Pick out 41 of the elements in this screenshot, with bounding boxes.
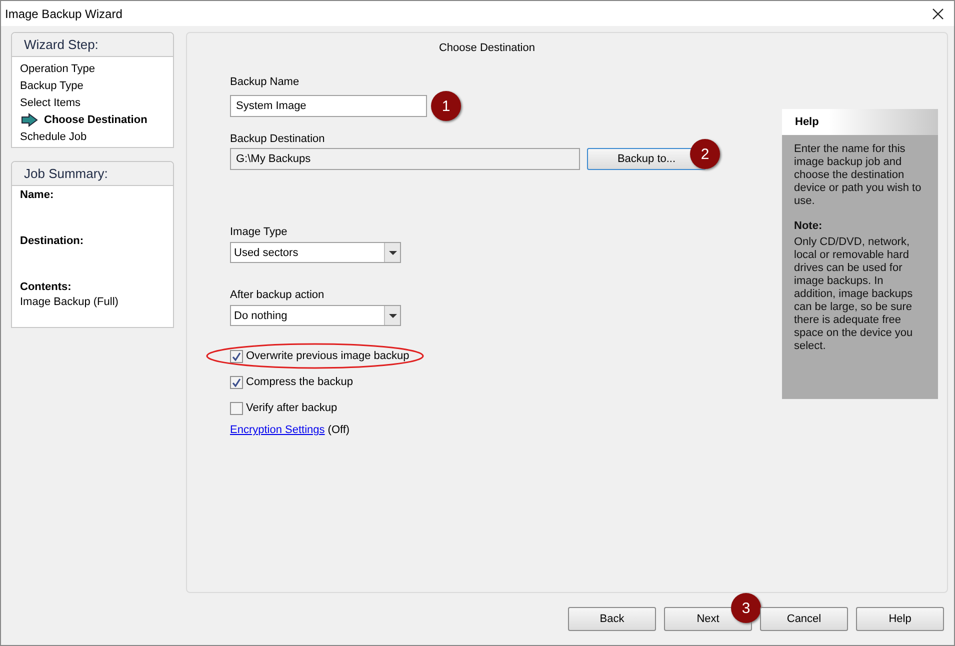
dropdown-arrow-icon [388, 250, 396, 254]
wizard-button[interactable]: Back [568, 607, 656, 631]
summary-label: Destination: [20, 235, 85, 247]
encryption-settings-link[interactable]: Encryption Settings [230, 424, 325, 436]
summary-label: Name: [20, 189, 55, 201]
note-text: Only CD/DVD, network, local or removable hard drives can be used for image backups. In addition, image backups can be large, so be sure there is adequate free space on the device you select. [794, 236, 914, 353]
checkbox[interactable] [230, 402, 243, 414]
wizard-step[interactable]: Select Items [20, 96, 81, 108]
wizard-step[interactable]: Choose Destination [44, 114, 148, 126]
encryption-status: (Off) [328, 424, 350, 436]
field-label: Image Type [230, 226, 288, 238]
field-label: Backup Name [230, 76, 300, 88]
image-type-dropdown[interactable]: Used sectors [230, 242, 401, 263]
checkbox-label[interactable]: Verify after backup [246, 402, 338, 414]
field-label: After backup action [230, 289, 324, 301]
checkbox-label[interactable]: Compress the backup [246, 376, 353, 388]
wizard-step[interactable]: Backup Type [20, 80, 84, 92]
callout-badge: 3 [731, 593, 761, 623]
panel-title: Job Summary: [24, 166, 108, 181]
close-icon[interactable] [932, 8, 944, 20]
field-label: Backup Destination [230, 133, 325, 145]
dropdown-arrow-icon [388, 314, 396, 318]
wizard-step[interactable]: Schedule Job [20, 130, 87, 142]
backup-destination-field[interactable]: G:\My Backups [230, 148, 580, 170]
wizard-step[interactable]: Operation Type [20, 62, 96, 74]
window-title: Image Backup Wizard [5, 6, 122, 20]
callout-badge: 1 [431, 91, 461, 121]
backup-name-field[interactable]: System Image [230, 95, 427, 117]
help-title: Help [795, 116, 819, 128]
wizard-button[interactable]: Cancel [760, 607, 848, 631]
summary-value: Image Backup (Full) [20, 296, 120, 308]
help-text: Enter the name for this image backup job and choose the destination device or path you wish to use. [794, 143, 922, 208]
wizard-button[interactable]: Help [856, 607, 944, 631]
checkbox[interactable] [230, 376, 243, 388]
note-title: Note: [794, 220, 824, 233]
summary-label: Contents: [20, 281, 72, 293]
page-heading: Choose Destination [438, 42, 535, 54]
callout-badge: 2 [690, 139, 720, 169]
panel-title: Wizard Step: [24, 37, 98, 52]
after-backup-dropdown[interactable]: Do nothing [230, 305, 401, 326]
checkbox[interactable] [230, 350, 243, 362]
